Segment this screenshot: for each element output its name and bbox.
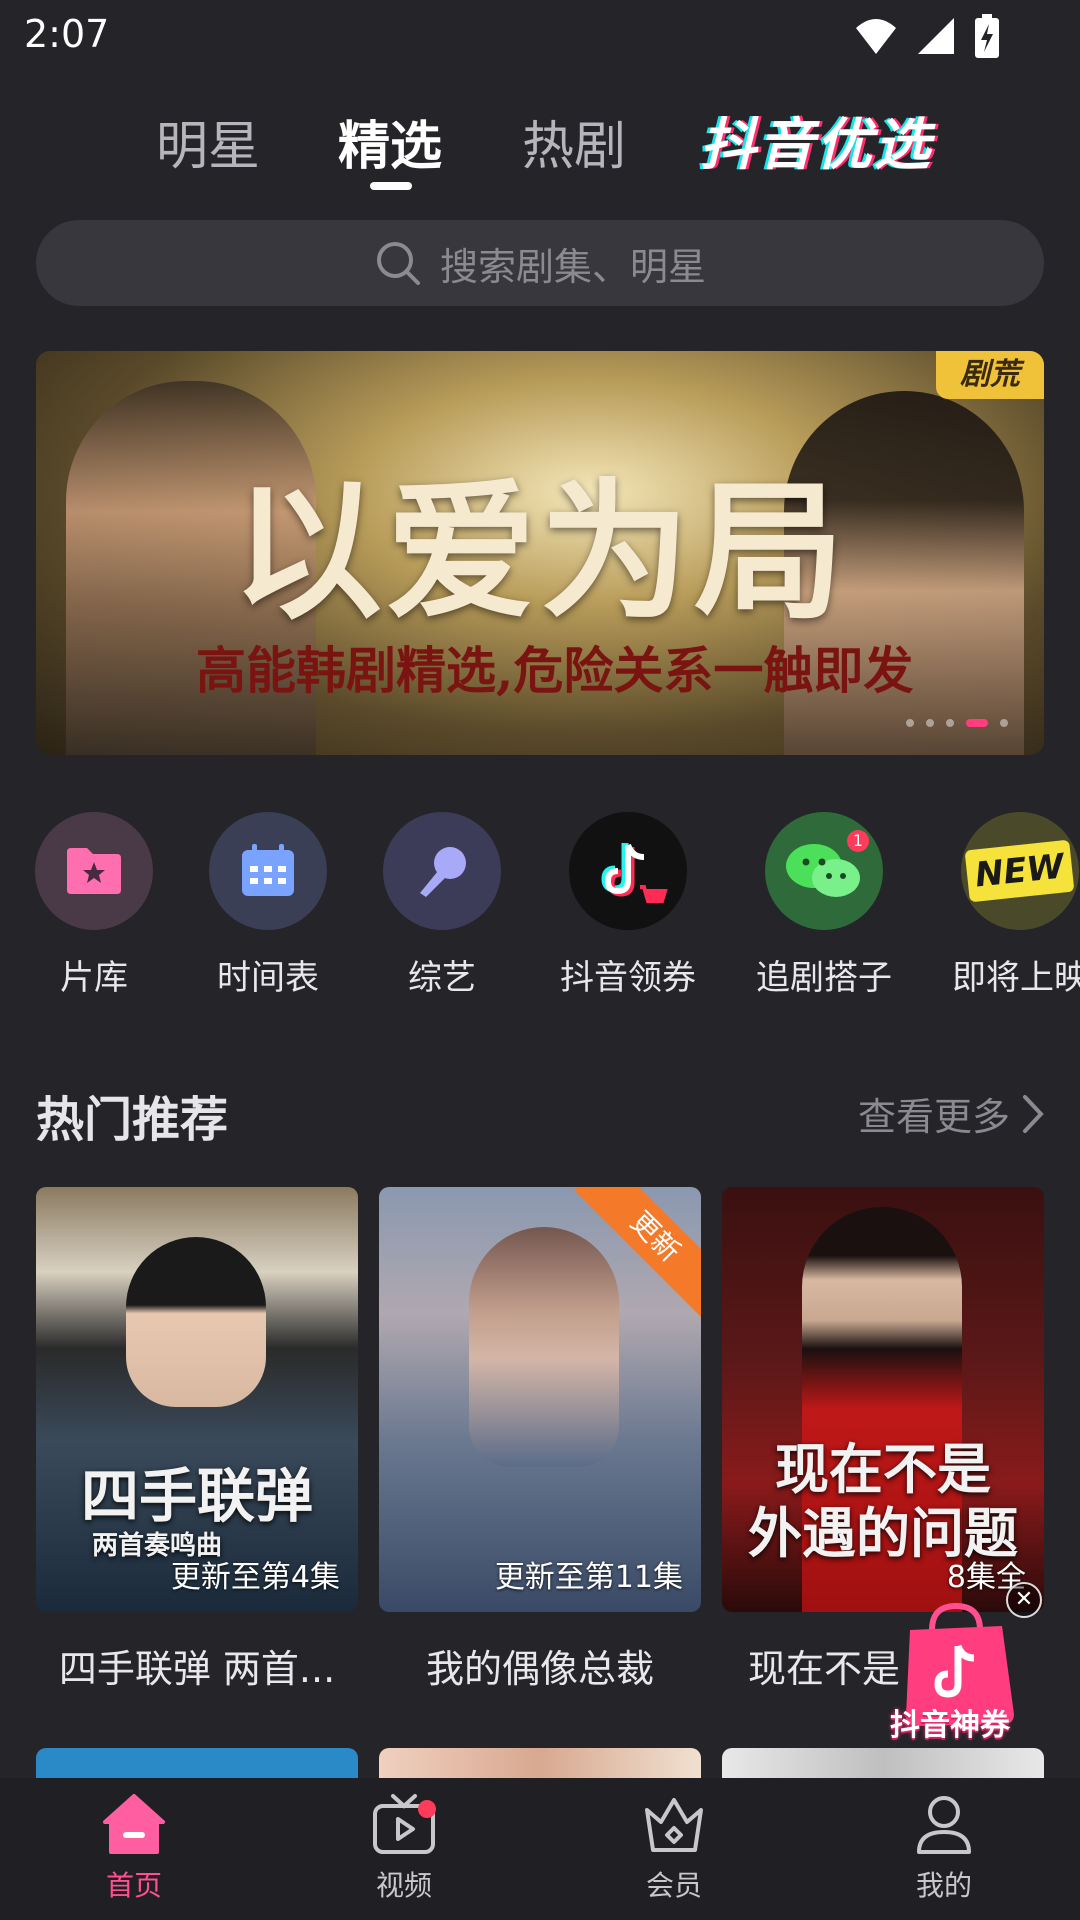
banner-dot <box>906 719 914 727</box>
banner-title: 以爱为局 <box>231 464 848 640</box>
microphone-icon <box>383 812 501 930</box>
battery-charging-icon <box>975 14 999 58</box>
home-icon <box>103 1794 165 1854</box>
banner-subtitle: 高能韩剧精选,危险关系一触即发 <box>196 641 914 700</box>
drama-card[interactable]: 四手联弹 两首奏鸣曲 更新至第4集 四手联弹 两首... <box>36 1187 358 1693</box>
banner-carousel[interactable]: 以爱为局 高能韩剧精选,危险关系一触即发 剧荒 <box>36 351 1044 755</box>
nav-label: 首页 <box>105 1869 162 1902</box>
active-tab-indicator <box>370 182 412 190</box>
douyin-coupon-float[interactable]: 抖音神券 <box>886 1596 1036 1746</box>
banner-dot <box>926 719 934 727</box>
wifi-icon <box>856 19 896 54</box>
quick-entry-variety[interactable]: 综艺 <box>357 812 527 999</box>
tab-hot-dramas[interactable]: 热剧 <box>522 104 626 179</box>
banner-tag: 剧荒 <box>936 351 1044 399</box>
nav-label: 我的 <box>915 1869 972 1902</box>
quick-entry-label: 追剧搭子 <box>756 958 892 998</box>
drama-poster: 现在不是 外遇的问题 8集全 <box>722 1187 1044 1612</box>
new-content-dot <box>418 1800 436 1818</box>
person-icon <box>917 1796 971 1854</box>
search-bar[interactable]: 搜索剧集、明星 <box>36 220 1044 306</box>
poster-actor <box>469 1227 619 1467</box>
douyin-cart-icon <box>569 812 687 930</box>
episode-caption: 更新至第4集 <box>170 1560 340 1595</box>
quick-entry-coming-soon[interactable]: NEW 即将上映 <box>935 812 1080 999</box>
drama-card-peek[interactable] <box>722 1748 1044 1778</box>
nav-home[interactable]: 首页 <box>54 1792 214 1904</box>
nav-profile[interactable]: 我的 <box>864 1792 1024 1904</box>
crown-icon <box>645 1798 703 1852</box>
drama-card[interactable]: 更新 更新至第11集 我的偶像总裁 <box>379 1187 701 1693</box>
status-bar: 2:07 <box>0 0 1080 72</box>
search-placeholder: 搜索剧集、明星 <box>439 244 706 289</box>
drama-title: 我的偶像总裁 <box>425 1647 654 1691</box>
calendar-icon <box>209 812 327 930</box>
see-more-label: 查看更多 <box>857 1095 1010 1139</box>
close-icon[interactable]: ✕ <box>1006 1582 1042 1618</box>
search-icon <box>376 242 420 285</box>
episode-caption: 更新至第11集 <box>494 1560 683 1595</box>
chevron-right-icon <box>1023 1094 1044 1133</box>
quick-entry-label: 抖音领券 <box>560 958 696 998</box>
quick-entry-schedule[interactable]: 时间表 <box>183 812 353 999</box>
tab-douyin-youxuan[interactable]: 抖音优选 <box>700 100 932 181</box>
quick-entry-label: 综艺 <box>408 958 476 998</box>
nav-video[interactable]: 视频 <box>324 1792 484 1904</box>
quick-entry-label: 时间表 <box>217 958 319 998</box>
quick-entry-douyin-coupon[interactable]: 抖音领券 <box>543 812 713 999</box>
see-more-link[interactable]: 查看更多 <box>858 1086 1044 1141</box>
new-badge-icon: NEW <box>961 812 1079 930</box>
drama-title: 四手联弹 两首... <box>58 1647 336 1691</box>
status-time: 2:07 <box>24 12 110 56</box>
poster-title: 四手联弹 <box>80 1462 313 1530</box>
quick-entry-label: 片库 <box>60 958 128 998</box>
status-icons <box>854 14 1000 58</box>
drama-poster: 更新 更新至第11集 <box>379 1187 701 1612</box>
wechat-icon: 1 <box>765 812 883 930</box>
section-title: 热门推荐 <box>36 1092 229 1148</box>
quick-entry-row: 片库 时间表 综艺 抖音领券 1 追剧搭子 NEW 即将上映 <box>0 812 1080 1012</box>
quick-entry-label: 即将上映 <box>952 958 1080 998</box>
coupon-label: 抖音神券 <box>890 1708 1010 1743</box>
notification-badge: 1 <box>847 830 869 852</box>
banner-dot-active <box>966 719 988 727</box>
drama-card-peek[interactable] <box>379 1748 701 1778</box>
drama-poster: 四手联弹 两首奏鸣曲 更新至第4集 <box>36 1187 358 1612</box>
quick-entry-drama-buddy[interactable]: 1 追剧搭子 <box>739 812 909 999</box>
quick-entry-library[interactable]: 片库 <box>9 812 179 999</box>
nav-label: 会员 <box>645 1869 702 1902</box>
tab-featured[interactable]: 精选 <box>338 104 442 179</box>
bottom-nav: 首页 视频 会员 我的 <box>0 1778 1080 1920</box>
top-tabs: 明星 精选 热剧 抖音优选 <box>0 96 1080 196</box>
nav-label: 视频 <box>375 1869 432 1902</box>
banner-page-dots <box>906 719 1008 727</box>
tab-stars[interactable]: 明星 <box>156 104 260 179</box>
signal-icon <box>918 18 954 54</box>
folder-star-icon <box>35 812 153 930</box>
new-badge-text: NEW <box>964 839 1076 903</box>
drama-card-peek[interactable] <box>36 1748 358 1778</box>
nav-membership[interactable]: 会员 <box>594 1792 754 1904</box>
banner-dot <box>946 719 954 727</box>
banner-dot <box>1000 719 1008 727</box>
poster-actor <box>126 1237 266 1407</box>
